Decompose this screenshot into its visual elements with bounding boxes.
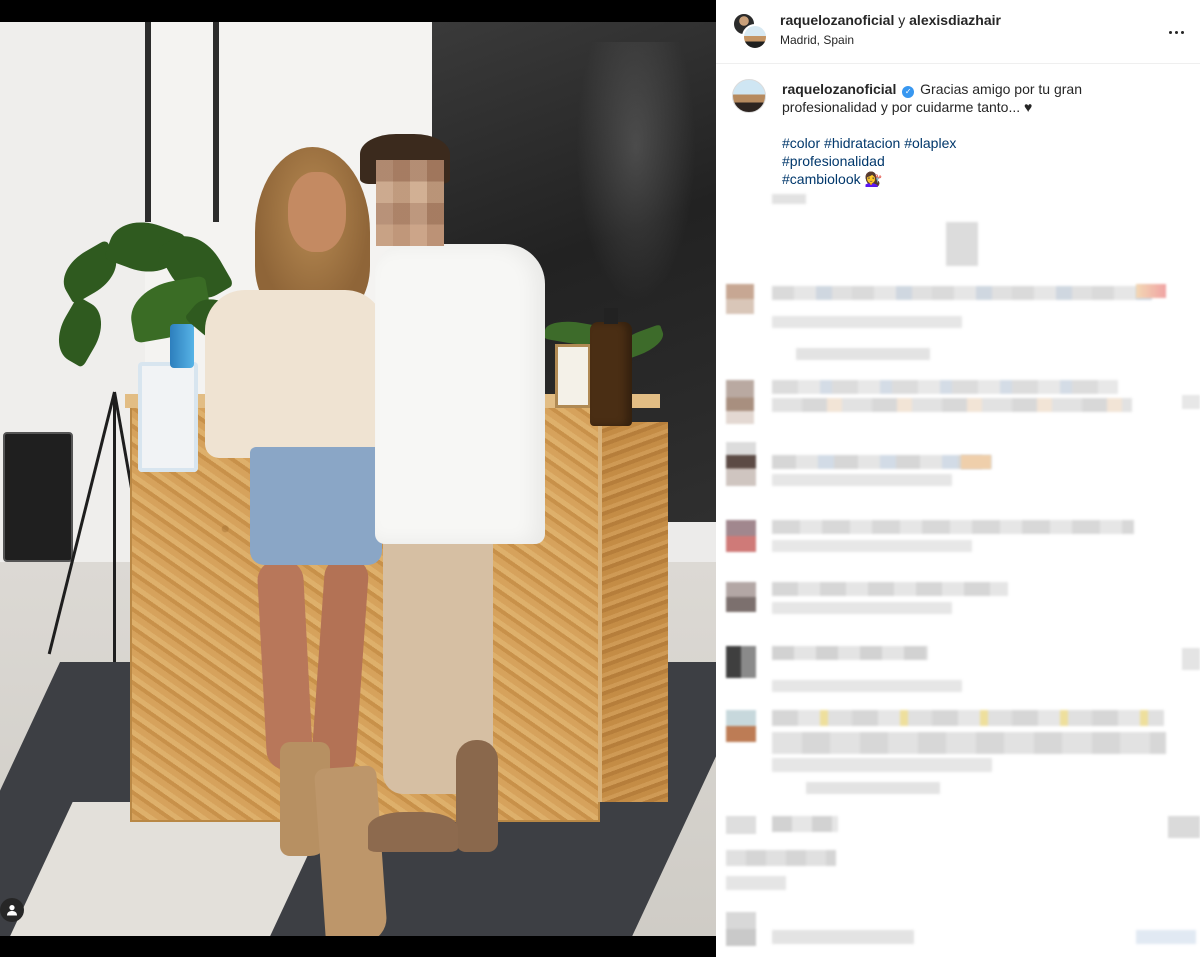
header-user2-link[interactable]: alexisdiazhair <box>909 12 1001 28</box>
photo-person <box>205 290 385 458</box>
post-header: raquelozanoficial y alexisdiazhair Madri… <box>716 0 1200 64</box>
more-options-button[interactable] <box>1164 20 1188 44</box>
user-tag-icon <box>7 905 17 916</box>
photo-person <box>250 447 382 565</box>
header-usernames: raquelozanoficial y alexisdiazhair <box>780 12 1001 28</box>
post-side-panel: raquelozanoficial y alexisdiazhair Madri… <box>716 0 1200 957</box>
photo-person <box>375 244 545 544</box>
hashtag-link[interactable]: #hidratacion <box>824 135 900 151</box>
hashtag-link[interactable]: #profesionalidad <box>782 153 885 169</box>
more-horizontal-icon <box>1168 30 1172 34</box>
hashtag-link[interactable]: #olaplex <box>904 135 956 151</box>
avatar[interactable] <box>742 24 768 50</box>
photo-pillar <box>145 22 151 222</box>
photo-towel <box>138 362 198 472</box>
location-link[interactable]: Madrid, Spain <box>780 33 854 47</box>
photo-person <box>288 172 346 252</box>
photo-bottle <box>590 308 632 426</box>
post-photo[interactable] <box>0 22 716 936</box>
photo-bottles <box>170 324 194 368</box>
photo-person <box>456 740 498 852</box>
photo-sign <box>555 344 591 408</box>
photo-panel <box>0 0 716 957</box>
caption-avatar[interactable] <box>732 79 766 113</box>
redacted-loader <box>946 222 978 266</box>
photo-person <box>368 812 458 852</box>
photo-counter-side <box>598 422 668 802</box>
photo-pillar <box>213 22 219 222</box>
caption: raquelozanoficial ✓ Gracias amigo por tu… <box>782 80 1162 116</box>
caption-username[interactable]: raquelozanoficial <box>782 81 896 97</box>
verified-badge-icon: ✓ <box>902 86 915 98</box>
header-avatars[interactable] <box>732 12 768 50</box>
post-modal: raquelozanoficial y alexisdiazhair Madri… <box>0 0 1200 957</box>
caption-emoji: 💇‍♀️ <box>864 171 882 187</box>
photo-suitcase <box>3 432 73 562</box>
photo-person-face-pixelated <box>376 160 444 246</box>
caption-hashtags: #color #hidratacion #olaplex #profesiona… <box>782 134 1162 188</box>
hashtag-link[interactable]: #cambiolook <box>782 171 861 187</box>
header-user1-link[interactable]: raquelozanoficial <box>780 12 894 28</box>
header-connector: y <box>898 12 906 28</box>
user-tag-button[interactable] <box>0 898 24 922</box>
hashtag-link[interactable]: #color <box>782 135 820 151</box>
redacted-timestamp <box>772 194 806 204</box>
